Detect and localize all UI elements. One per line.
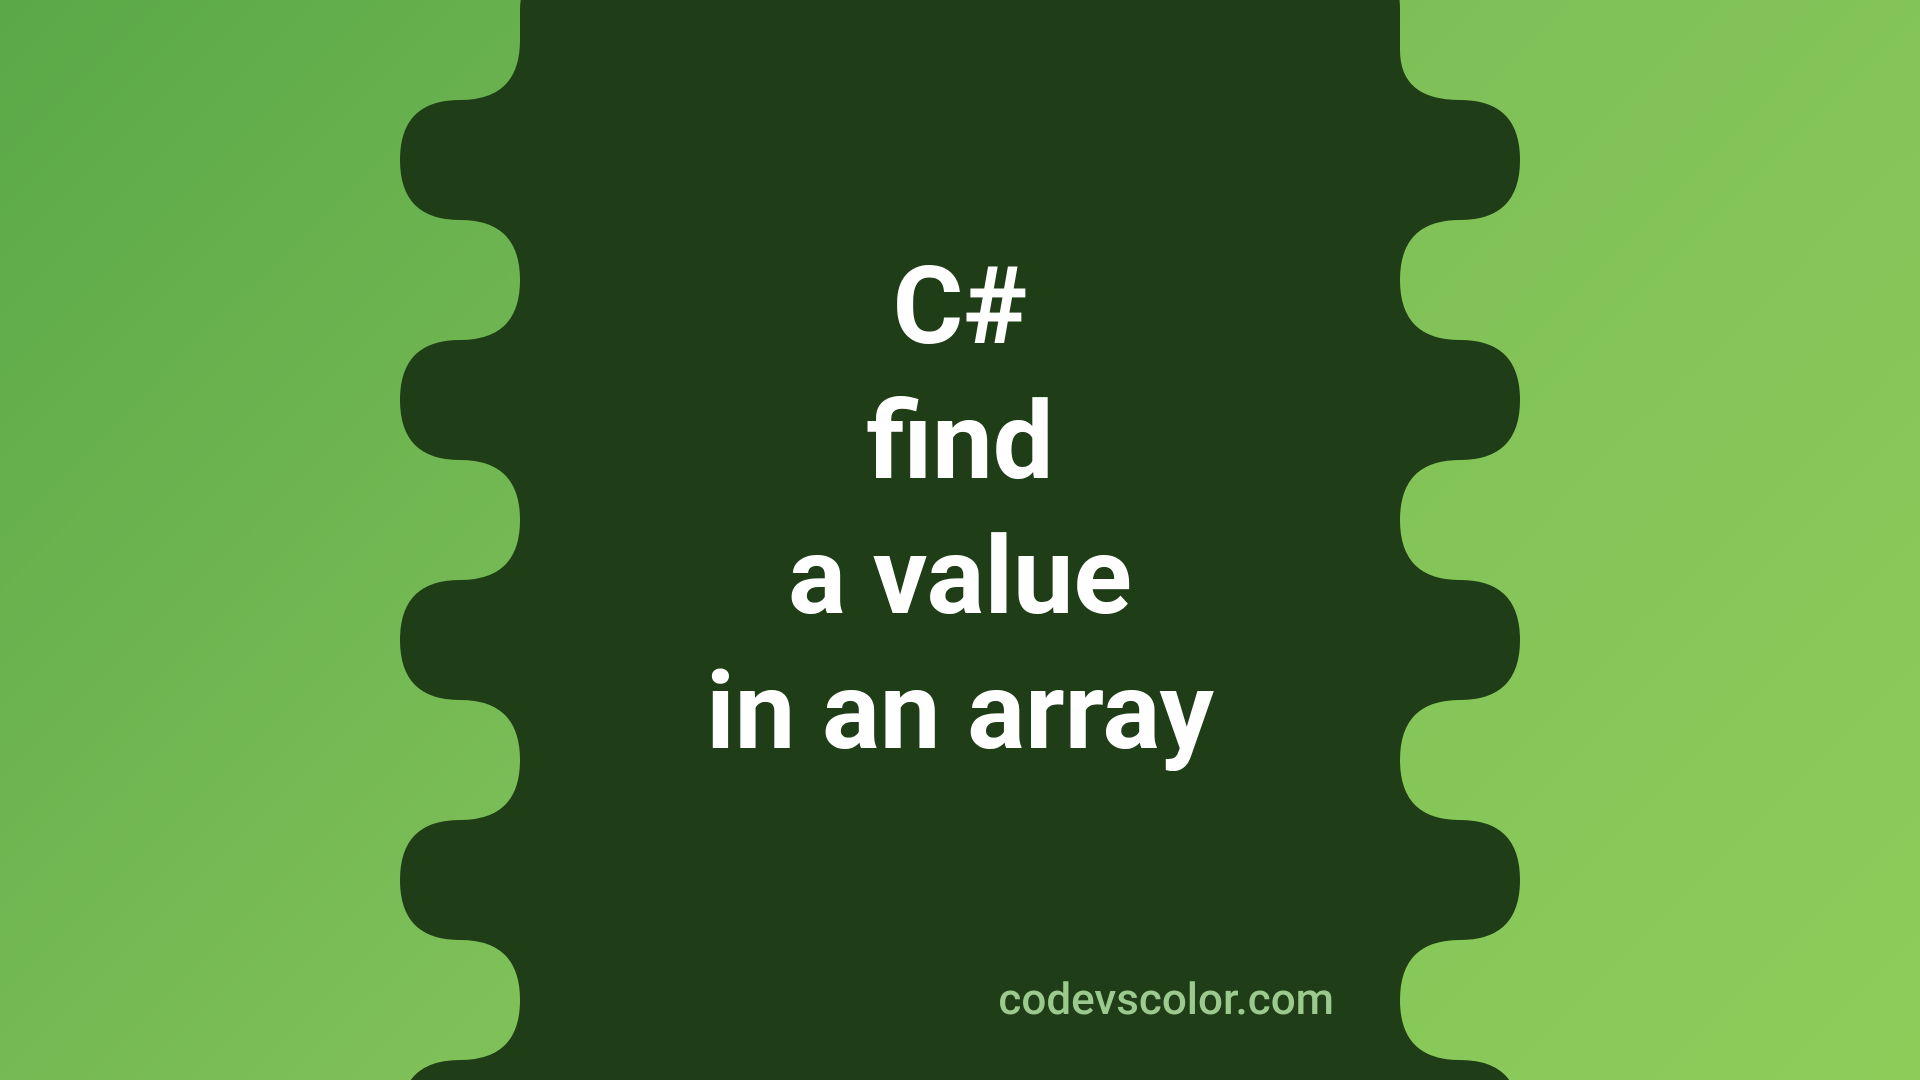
banner-container: C# find a value in an array codevscolor.… [0, 0, 1920, 1080]
title-line-3: a value [706, 510, 1214, 645]
watermark-text: codevscolor.com [998, 973, 1334, 1025]
title-line-4: in an array [706, 645, 1214, 780]
text-content: C# find a value in an array [0, 0, 1920, 1080]
title-line-2: find [706, 375, 1214, 510]
title-text: C# find a value in an array [706, 240, 1214, 780]
title-line-1: C# [706, 240, 1214, 375]
